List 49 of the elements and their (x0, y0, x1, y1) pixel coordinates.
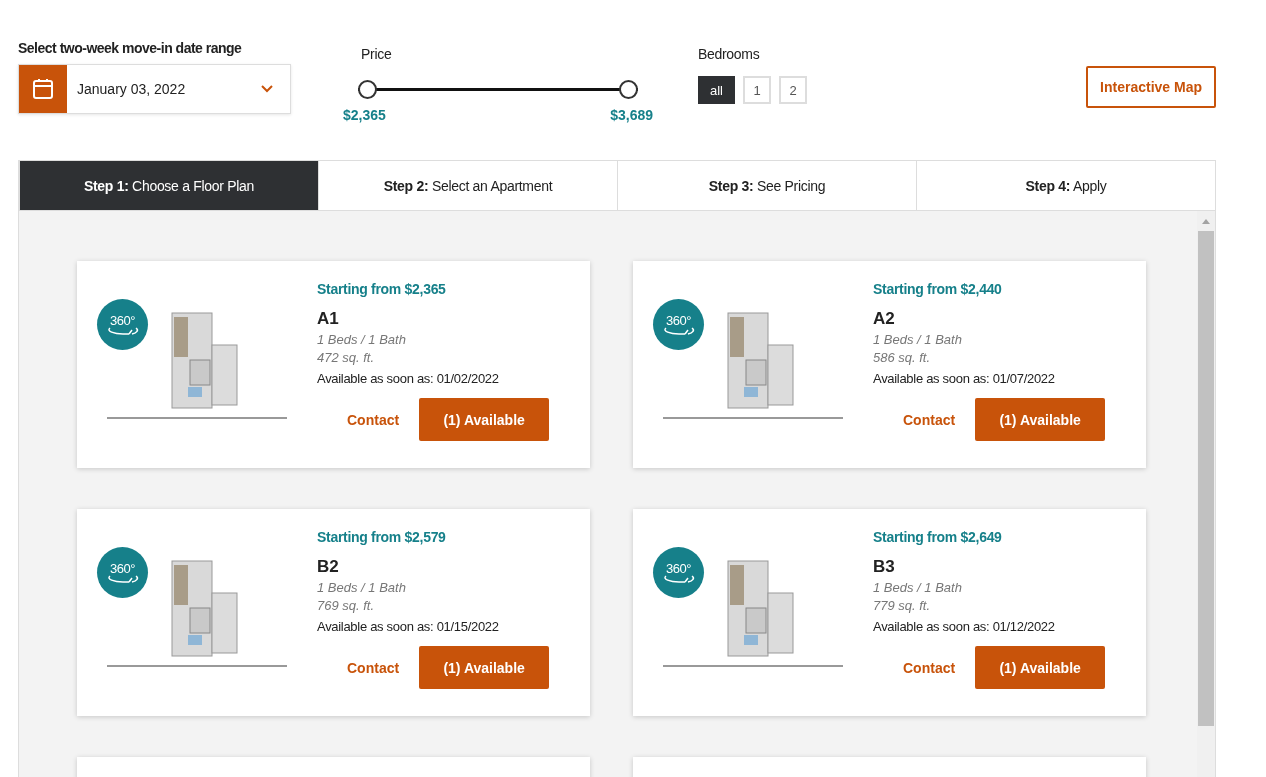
starting-price: Starting from $2,440 (873, 281, 1003, 297)
360-view-badge[interactable]: 360° (97, 299, 148, 350)
starting-price: Starting from $2,649 (873, 529, 1003, 545)
360-view-badge[interactable]: 360° (653, 299, 704, 350)
available-button[interactable]: (1) Available (975, 646, 1106, 689)
price-slider[interactable] (358, 80, 638, 99)
date-label: Select two-week move-in date range (18, 40, 243, 56)
plan-name: B3 (873, 557, 896, 577)
scrollbar-thumb[interactable] (1198, 231, 1214, 726)
square-footage: 779 sq. ft. (873, 598, 932, 613)
360-view-badge[interactable]: 360° (653, 547, 704, 598)
price-reading: $3,689 (610, 107, 653, 123)
bedroom-option[interactable]: all (698, 76, 735, 104)
availability-date: Available as soon as: 01/07/2022 (873, 371, 1056, 386)
starting-price: Starting from $2,579 (317, 529, 447, 545)
square-footage: 472 sq. ft. (317, 350, 376, 365)
beds-baths: 1 Beds / 1 Bath (873, 580, 963, 595)
contact-link[interactable]: Contact (903, 411, 956, 428)
slider-thumb[interactable] (619, 80, 638, 99)
availability-date: Available as soon as: 01/15/2022 (317, 619, 500, 634)
bedroom-option[interactable]: 2 (779, 76, 807, 104)
square-footage: 769 sq. ft. (317, 598, 376, 613)
slider-thumb[interactable] (358, 80, 377, 99)
step-tab[interactable]: Step 1: Choose a Floor Plan (19, 161, 318, 210)
date-dropdown[interactable]: January 03, 2022 (18, 64, 291, 114)
available-button[interactable]: (1) Available (975, 398, 1106, 441)
calendar-icon (31, 77, 55, 101)
360-view-badge[interactable]: 360° (97, 547, 148, 598)
beds-baths: 1 Beds / 1 Bath (317, 580, 407, 595)
availability-date: Available as soon as: 01/12/2022 (873, 619, 1056, 634)
bedrooms-label: Bedrooms (698, 46, 761, 62)
availability-date: Available as soon as: 01/02/2022 (317, 371, 500, 386)
available-button[interactable]: (1) Available (419, 646, 550, 689)
available-button[interactable]: (1) Available (419, 398, 550, 441)
chevron-down-icon (260, 84, 274, 94)
plan-name: A2 (873, 309, 896, 329)
plan-name: B2 (317, 557, 340, 577)
contact-link[interactable]: Contact (903, 659, 956, 676)
contact-link[interactable]: Contact (347, 659, 400, 676)
square-footage: 586 sq. ft. (873, 350, 932, 365)
plan-name: A1 (317, 309, 340, 329)
beds-baths: 1 Beds / 1 Bath (317, 332, 407, 347)
price-label: Price (361, 46, 393, 62)
contact-link[interactable]: Contact (347, 411, 400, 428)
interactive-map-button[interactable]: Interactive Map (1086, 66, 1216, 108)
price-reading: $2,365 (343, 107, 386, 123)
beds-baths: 1 Beds / 1 Bath (873, 332, 963, 347)
starting-price: Starting from $2,365 (317, 281, 447, 297)
bedroom-option[interactable]: 1 (743, 76, 771, 104)
